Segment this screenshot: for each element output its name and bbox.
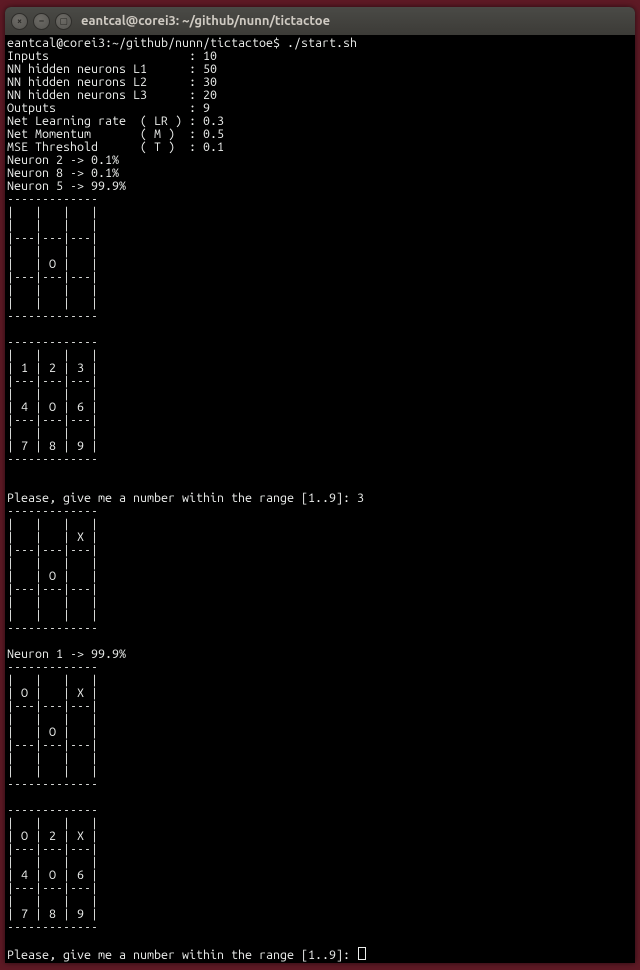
terminal-output[interactable]: eantcal@corei3:~/github/nunn/tictactoe$ … <box>5 35 635 963</box>
input-prompt[interactable]: Please, give me a number within the rang… <box>7 948 357 962</box>
close-icon[interactable]: × <box>11 13 28 30</box>
maximize-icon[interactable]: ▢ <box>55 13 72 30</box>
terminal-window: × – ▢ eantcal@corei3: ~/github/nunn/tict… <box>5 7 635 963</box>
minimize-icon[interactable]: – <box>33 13 50 30</box>
cursor-icon <box>358 947 366 960</box>
window-title: eantcal@corei3: ~/github/nunn/tictactoe <box>81 14 330 28</box>
titlebar[interactable]: × – ▢ eantcal@corei3: ~/github/nunn/tict… <box>5 7 635 35</box>
